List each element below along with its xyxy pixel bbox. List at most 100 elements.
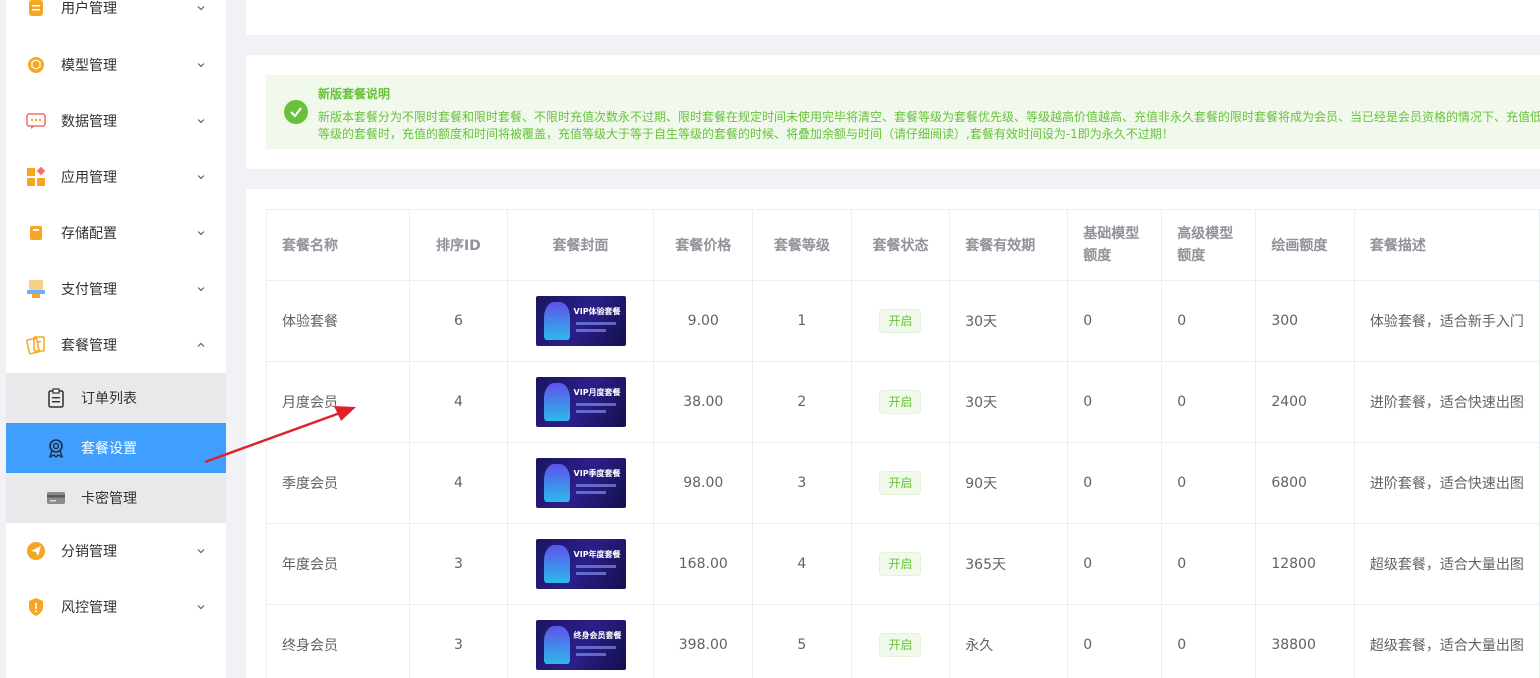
header-adv-quota: 高级模型额度 <box>1161 209 1257 281</box>
sidebar-item-pay[interactable]: 支付管理 <box>6 261 226 317</box>
cell-cover: VIP年度套餐 <box>506 523 655 605</box>
submenu-item-card-keys[interactable]: 卡密管理 <box>6 473 226 523</box>
chevron-down-icon <box>197 63 205 68</box>
status-badge: 开启 <box>879 471 922 495</box>
cell-sort: 3 <box>409 523 508 605</box>
cell-price: 98.00 <box>653 442 754 524</box>
cell-draw-quota: 6800 <box>1255 442 1355 524</box>
cell-validity: 365天 <box>949 523 1069 605</box>
sidebar-item-user[interactable]: 用户管理 <box>6 0 226 36</box>
cover-title: VIP月度套餐 <box>573 388 621 397</box>
cover-title: VIP年度套餐 <box>573 550 621 559</box>
cell-price: 398.00 <box>653 604 754 678</box>
cell-name: 终身会员 <box>265 604 411 678</box>
notice-panel: 新版套餐说明 新版本套餐分为不限时套餐和限时套餐、不限时充值次数永不过期、限时套… <box>246 55 1540 169</box>
sidebar-item-label: 用户管理 <box>61 1 117 17</box>
cell-name: 年度会员 <box>265 523 411 605</box>
sidebar-item-label: 模型管理 <box>61 58 117 74</box>
sidebar-item-apps[interactable]: 应用管理 <box>6 149 226 205</box>
notice-title: 新版套餐说明 <box>318 87 391 101</box>
sidebar-item-package[interactable]: 套餐管理 <box>6 317 226 373</box>
submenu-item-label: 订单列表 <box>81 391 137 407</box>
package-cover-image: 终身会员套餐 <box>535 620 626 670</box>
sidebar-item-label: 支付管理 <box>61 282 117 298</box>
cell-price: 168.00 <box>653 523 754 605</box>
cell-level: 1 <box>752 280 852 362</box>
submenu-item-orders[interactable]: 订单列表 <box>6 373 226 423</box>
cell-base-quota: 0 <box>1067 604 1163 678</box>
cover-title: 终身会员套餐 <box>573 631 622 640</box>
chevron-down-icon <box>197 287 205 292</box>
header-base-quota: 基础模型额度 <box>1067 209 1163 281</box>
cell-description: 进阶套餐，适合快速出图 <box>1353 361 1540 443</box>
cell-status: 开启 <box>850 604 951 678</box>
table-row: 季度会员 4 VIP季度套餐 98.00 3 开启 90天 0 0 6800 进阶套餐，适合快速出图 <box>265 442 1540 524</box>
cell-sort: 4 <box>409 442 508 524</box>
sidebar: 用户管理 模型管理 数据管理 应用管理 存储配置 支付管理 套餐管理 订单列表 … <box>0 0 226 678</box>
sidebar-item-label: 套餐管理 <box>61 338 117 354</box>
cell-description: 进阶套餐，适合快速出图 <box>1353 442 1540 524</box>
cell-status: 开启 <box>850 442 951 524</box>
package-cover-image: VIP年度套餐 <box>535 539 626 589</box>
table-row: 终身会员 3 终身会员套餐 398.00 5 开启 永久 0 0 38800 超级套餐，适合大量出图 <box>265 604 1540 678</box>
package-cover-image: VIP体验套餐 <box>535 296 626 346</box>
cell-base-quota: 0 <box>1067 523 1163 605</box>
cell-adv-quota: 0 <box>1161 604 1257 678</box>
sidebar-item-distribution[interactable]: 分销管理 <box>6 523 226 579</box>
cell-adv-quota: 0 <box>1161 280 1257 362</box>
sidebar-item-model[interactable]: 模型管理 <box>6 37 226 93</box>
cell-base-quota: 0 <box>1067 280 1163 362</box>
sidebar-item-label: 数据管理 <box>61 114 117 130</box>
sidebar-item-label: 风控管理 <box>61 600 117 616</box>
cell-level: 3 <box>752 442 852 524</box>
card-icon <box>46 488 66 508</box>
notice-description: 新版本套餐分为不限时套餐和限时套餐、不限时充值次数永不过期、限时套餐在规定时间未… <box>318 110 1540 141</box>
sidebar-item-storage[interactable]: 存储配置 <box>6 205 226 261</box>
table-row: 年度会员 3 VIP年度套餐 168.00 4 开启 365天 0 0 12800 超级套餐，适合大… <box>265 523 1540 605</box>
package-table-panel: 套餐名称 排序ID 套餐封面 套餐价格 套餐等级 套餐状态 套餐有效期 基础模型… <box>246 189 1540 678</box>
clipboard-icon <box>46 388 66 408</box>
cell-draw-quota: 2400 <box>1255 361 1355 443</box>
cell-cover: VIP体验套餐 <box>506 280 655 362</box>
cell-status: 开启 <box>850 280 951 362</box>
sidebar-item-risk[interactable]: 风控管理 <box>6 579 226 635</box>
cell-cover: VIP季度套餐 <box>506 442 655 524</box>
check-circle-icon <box>284 100 308 124</box>
sidebar-item-label: 应用管理 <box>61 170 117 186</box>
status-badge: 开启 <box>879 309 922 333</box>
cell-adv-quota: 0 <box>1161 361 1257 443</box>
status-badge: 开启 <box>879 390 922 414</box>
sidebar-item-label: 分销管理 <box>61 544 117 560</box>
chevron-down-icon <box>197 119 205 124</box>
cell-sort: 6 <box>409 280 508 362</box>
submenu-item-package-settings[interactable]: 套餐设置 <box>6 423 226 473</box>
notice-alert: 新版套餐说明 新版本套餐分为不限时套餐和限时套餐、不限时充值次数永不过期、限时套… <box>266 75 1540 149</box>
header-draw-quota: 绘画额度 <box>1255 209 1355 281</box>
cell-validity: 30天 <box>949 280 1069 362</box>
cell-price: 9.00 <box>653 280 754 362</box>
cell-level: 2 <box>752 361 852 443</box>
chevron-down-icon <box>197 175 205 180</box>
table-header-row: 套餐名称 排序ID 套餐封面 套餐价格 套餐等级 套餐状态 套餐有效期 基础模型… <box>265 209 1540 281</box>
status-badge: 开启 <box>879 633 922 657</box>
chevron-down-icon <box>197 605 205 610</box>
header-price: 套餐价格 <box>653 209 754 281</box>
chevron-up-icon <box>197 342 205 347</box>
package-table: 套餐名称 排序ID 套餐封面 套餐价格 套餐等级 套餐状态 套餐有效期 基础模型… <box>265 209 1540 678</box>
sidebar-item-label: 存储配置 <box>61 226 117 242</box>
sidebar-item-data[interactable]: 数据管理 <box>6 93 226 149</box>
cell-validity: 90天 <box>949 442 1069 524</box>
submenu-item-label: 套餐设置 <box>81 441 137 457</box>
cell-price: 38.00 <box>653 361 754 443</box>
cell-name: 体验套餐 <box>265 280 411 362</box>
cell-draw-quota: 12800 <box>1255 523 1355 605</box>
header-sort: 排序ID <box>409 209 508 281</box>
badge-icon <box>46 438 66 458</box>
header-validity: 套餐有效期 <box>949 209 1069 281</box>
status-badge: 开启 <box>879 552 922 576</box>
cell-level: 4 <box>752 523 852 605</box>
package-cover-image: VIP季度套餐 <box>535 458 626 508</box>
cell-status: 开启 <box>850 361 951 443</box>
cover-title: VIP季度套餐 <box>573 469 621 478</box>
cell-draw-quota: 300 <box>1255 280 1355 362</box>
